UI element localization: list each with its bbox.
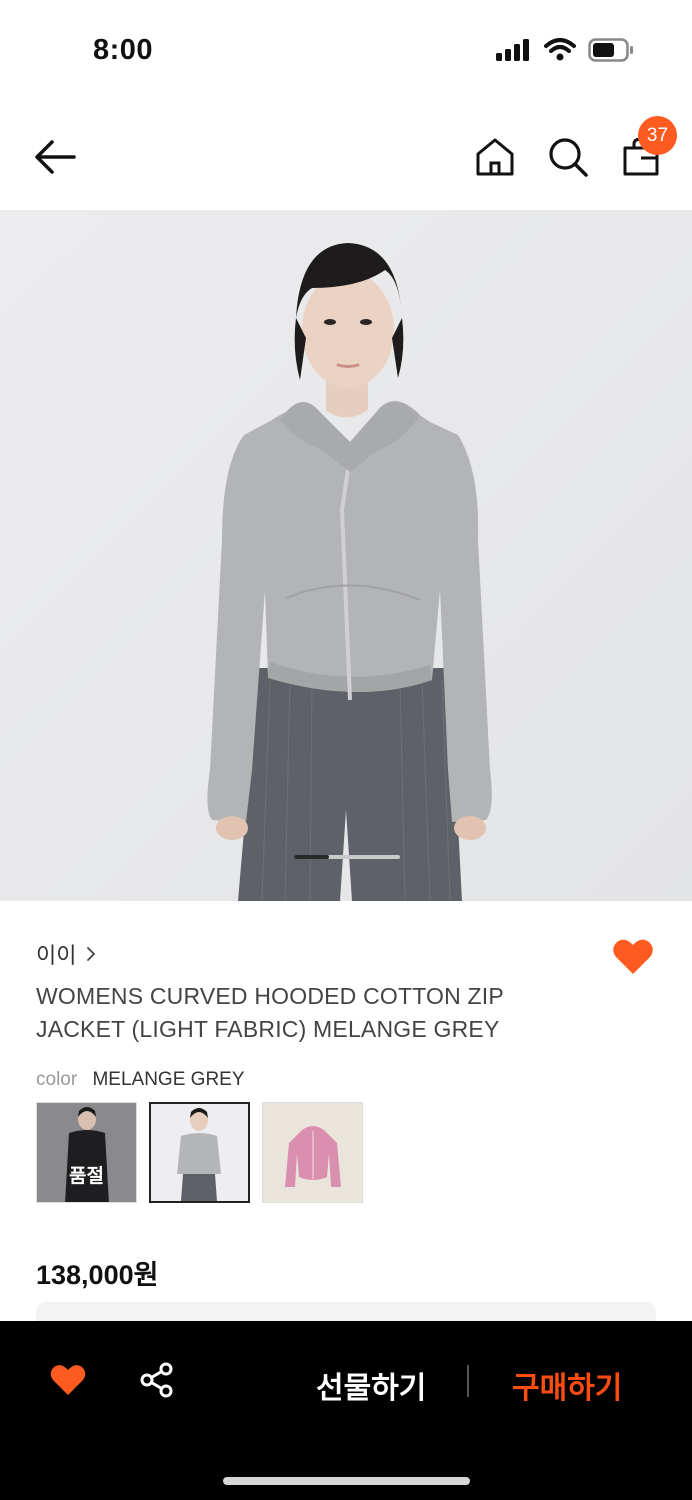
status-time: 8:00 bbox=[93, 34, 154, 66]
wishlist-heart-icon[interactable] bbox=[612, 938, 654, 976]
gallery-pager bbox=[294, 855, 400, 859]
home-icon[interactable] bbox=[474, 136, 516, 178]
chevron-right-icon bbox=[87, 947, 96, 961]
status-icons bbox=[496, 38, 634, 62]
search-icon[interactable] bbox=[547, 136, 589, 178]
product-image-gallery[interactable] bbox=[0, 210, 692, 901]
color-swatches: 품절 bbox=[36, 1102, 363, 1203]
swatch-grey-image bbox=[151, 1104, 248, 1201]
bottom-bar-divider bbox=[467, 1365, 469, 1397]
wishlist-heart-icon[interactable] bbox=[50, 1363, 86, 1397]
signal-icon bbox=[496, 39, 529, 61]
gift-button[interactable]: 선물하기 bbox=[316, 1363, 426, 1407]
status-bar: 8:00 bbox=[0, 0, 692, 100]
color-row: color MELANGE GREY bbox=[36, 1069, 245, 1091]
share-icon[interactable] bbox=[138, 1361, 176, 1399]
battery-icon bbox=[588, 38, 633, 62]
brand-link[interactable]: 이이 bbox=[36, 938, 96, 970]
buy-button[interactable]: 구매하기 bbox=[512, 1363, 622, 1407]
product-title: WOMENS CURVED HOODED COTTON ZIP JACKET (… bbox=[36, 983, 504, 1042]
swatch-black[interactable]: 품절 bbox=[36, 1102, 137, 1203]
cart-count-badge: 37 bbox=[638, 116, 677, 155]
wifi-icon bbox=[544, 38, 576, 61]
color-label: color bbox=[36, 1069, 78, 1090]
color-value: MELANGE GREY bbox=[92, 1069, 245, 1090]
sold-out-badge: 품절 bbox=[69, 1166, 104, 1187]
swatch-black-image bbox=[37, 1103, 136, 1202]
bottom-action-bar: 선물하기 구매하기 bbox=[0, 1321, 692, 1500]
gallery-pager-indicator bbox=[294, 855, 330, 859]
swatch-pink-image bbox=[263, 1103, 362, 1202]
swatch-melange-grey[interactable] bbox=[149, 1102, 250, 1203]
home-indicator[interactable] bbox=[223, 1477, 470, 1485]
brand-name: 이이 bbox=[36, 943, 77, 968]
product-price: 138,000원 bbox=[36, 1260, 159, 1290]
product-photo bbox=[0, 210, 692, 901]
back-arrow-icon[interactable] bbox=[30, 136, 82, 178]
swatch-pink[interactable] bbox=[262, 1102, 363, 1203]
